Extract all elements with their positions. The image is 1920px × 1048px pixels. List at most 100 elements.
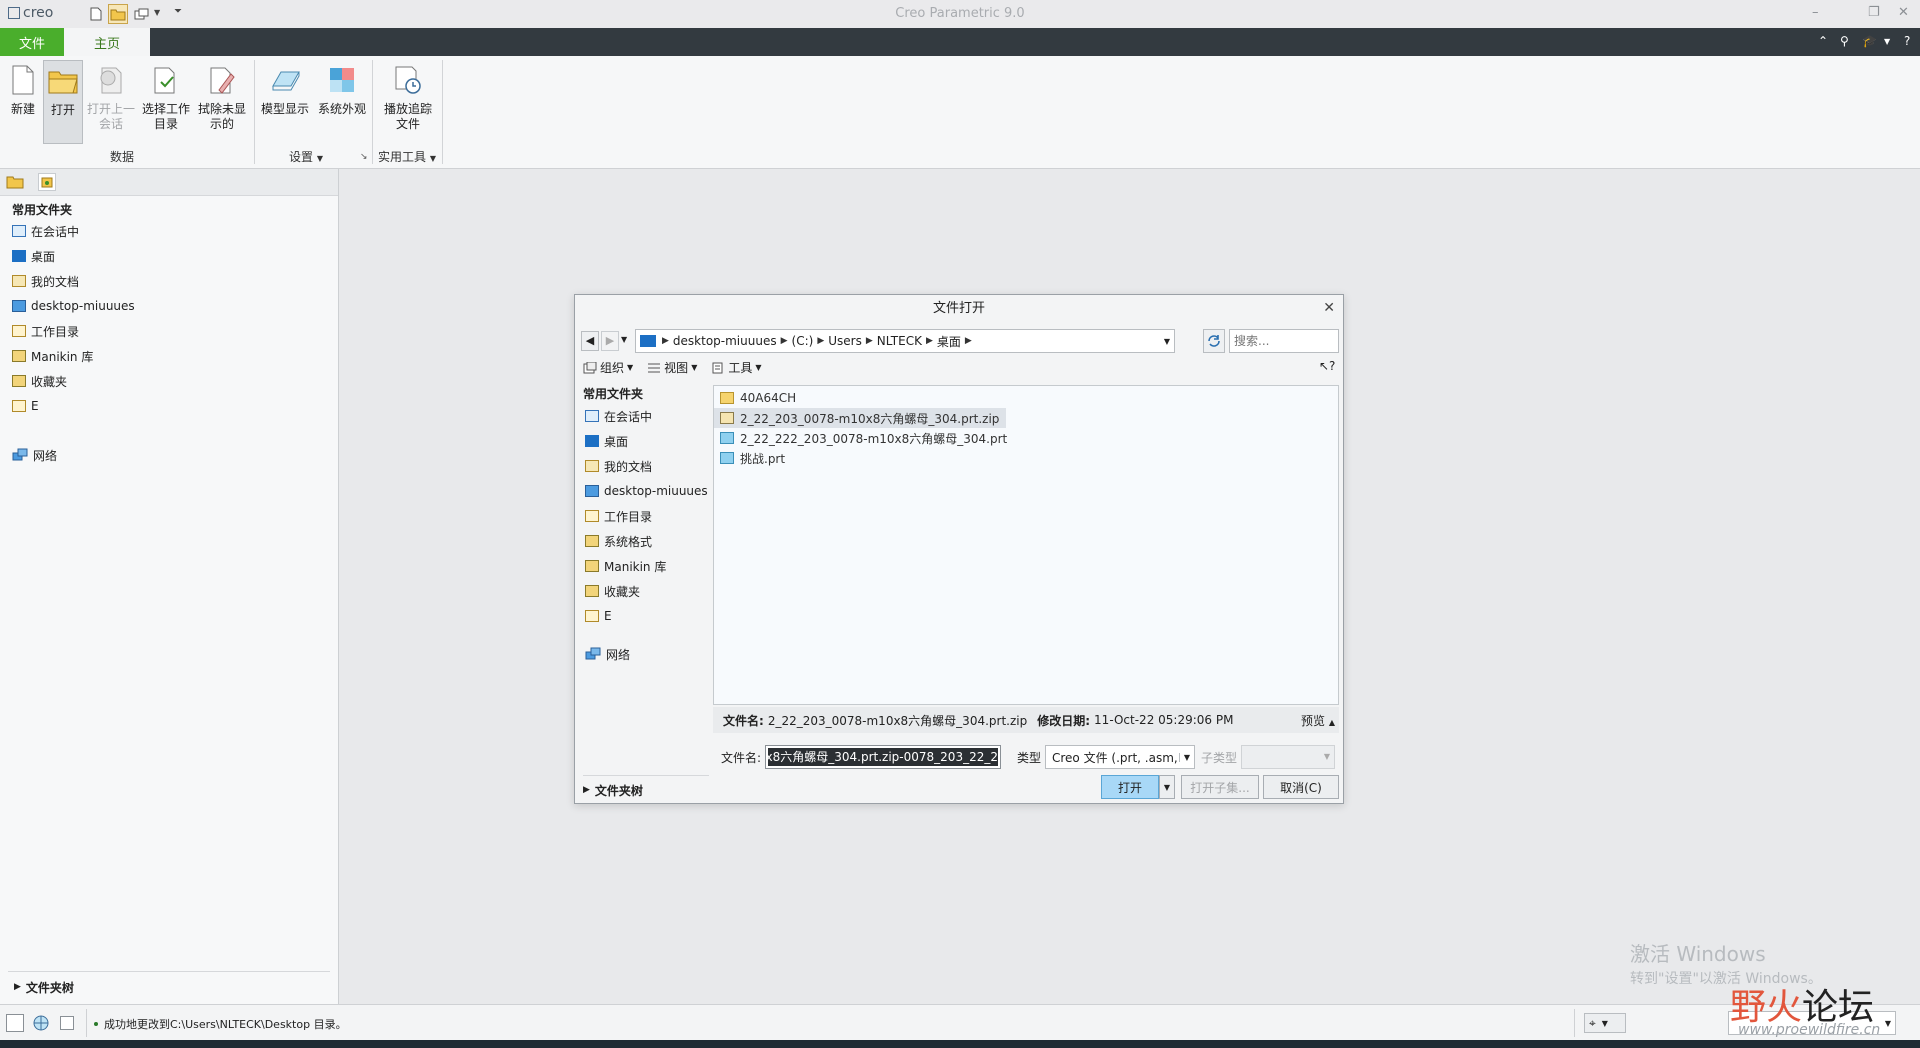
desktop-icon (585, 435, 599, 447)
find-button[interactable]: ⌖ ▼ (1584, 1013, 1626, 1033)
dialog-close-icon[interactable]: ✕ (1323, 300, 1335, 316)
file-item-folder[interactable]: 40A64CH (714, 388, 1338, 408)
full-screen-icon[interactable] (60, 1016, 74, 1030)
subtype-select[interactable]: ▼ (1241, 745, 1335, 769)
group-utilities-label[interactable]: 实用工具 ▼ (378, 148, 436, 165)
filename-label: 文件名: (721, 751, 762, 765)
group-separator (442, 60, 443, 164)
favorites-folder-icon (585, 585, 599, 597)
navigator-panel: 常用文件夹 在会话中 桌面 我的文档 desktop-miuuues 工作目录 … (0, 169, 339, 1004)
address-bar[interactable]: ▶ desktop-miuuues ▶ (C:) ▶ Users ▶ NLTEC… (635, 329, 1175, 353)
network-icon (12, 448, 28, 461)
nav-item-computer[interactable]: desktop-miuuues (12, 296, 312, 316)
play-trail-file-button[interactable]: 播放追踪文件 (380, 60, 436, 132)
dlg-item-working-directory[interactable]: 工作目录 (585, 506, 709, 526)
navigator-header: 常用文件夹 (12, 203, 73, 217)
refresh-button[interactable] (1203, 329, 1225, 353)
forward-arrow-icon[interactable]: ▶ (601, 331, 619, 351)
folder-tree-toggle[interactable]: ▶ 文件夹树 (14, 977, 74, 997)
folder-browser-tab[interactable] (6, 174, 24, 193)
organize-dropdown-icon: ▼ (627, 363, 634, 372)
file-item-part[interactable]: 2_22_222_203_0078-m10x8六角螺母_304.prt (714, 428, 1338, 448)
close-window-icon[interactable]: ✕ (1898, 5, 1909, 20)
learning-dropdown-icon[interactable]: ▼ (1884, 37, 1890, 46)
browser-toggle-icon[interactable] (32, 1015, 50, 1034)
play-trail-icon (395, 66, 421, 94)
breadcrumb-separator: ▶ (925, 336, 933, 346)
nav-item-e-drive[interactable]: E (12, 396, 312, 416)
navigator-divider (8, 971, 330, 972)
dlg-item-favorites[interactable]: 收藏夹 (585, 581, 709, 601)
open-button[interactable]: 打开 (43, 60, 83, 144)
system-appearance-button[interactable]: 系统外观 (316, 60, 368, 117)
history-dropdown-icon[interactable]: ▼ (621, 335, 627, 344)
cancel-button[interactable]: 取消(C) (1263, 775, 1339, 799)
type-select[interactable]: Creo 文件 (.prt, .asm, ▼ (1045, 745, 1195, 769)
navigator-toggle-icon[interactable] (6, 1014, 24, 1032)
dlg-item-documents[interactable]: 我的文档 (585, 456, 709, 476)
breadcrumb-drive[interactable]: (C:) (792, 334, 814, 348)
nav-item-documents[interactable]: 我的文档 (12, 271, 312, 291)
help-icon[interactable]: ? (1904, 34, 1910, 48)
dlg-item-manikin[interactable]: Manikin 库 (585, 556, 709, 576)
open-last-session-button[interactable]: 打开上一会话 (86, 60, 136, 132)
dialog-folder-tree-toggle[interactable]: ▶ 文件夹树 (583, 775, 709, 800)
settings-dialog-launcher-icon[interactable]: ↘ (360, 152, 368, 162)
breadcrumb-desktop[interactable]: 桌面 (937, 333, 961, 350)
favorites-tab[interactable] (38, 173, 56, 191)
dialog-toolbar: 组织 ▼ 视图 ▼ 工具 ▼ (583, 359, 762, 376)
organize-menu[interactable]: 组织 ▼ (583, 359, 633, 376)
nav-item-manikin[interactable]: Manikin 库 (12, 346, 312, 366)
dlg-item-network[interactable]: 网络 (585, 644, 709, 664)
search-icon[interactable]: ⚲ (1840, 34, 1849, 48)
open-subset-button[interactable]: 打开子集... (1181, 775, 1259, 799)
erase-not-displayed-button[interactable]: 拭除未显示的 (196, 60, 248, 132)
file-list[interactable]: 40A64CH 2_22_203_0078-m10x8六角螺母_304.prt.… (713, 385, 1339, 705)
address-dropdown-icon[interactable]: ▼ (1164, 337, 1170, 346)
preview-toggle[interactable]: 预览 ▲ (1301, 712, 1335, 729)
minimize-icon[interactable]: – (1812, 5, 1819, 20)
breadcrumb-nlteck[interactable]: NLTECK (877, 334, 922, 348)
context-help-icon[interactable]: ↖? (1319, 359, 1335, 373)
restore-icon[interactable]: ❐ (1868, 5, 1880, 20)
tab-home[interactable]: 主页 (64, 28, 150, 56)
tab-file[interactable]: 文件 (0, 28, 64, 56)
preview-arrow-icon: ▲ (1328, 717, 1335, 727)
breadcrumb-separator: ▶ (817, 336, 825, 346)
dlg-item-desktop[interactable]: 桌面 (585, 431, 709, 451)
erase-icon (210, 67, 235, 94)
nav-item-favorites[interactable]: 收藏夹 (12, 371, 312, 391)
collapse-ribbon-icon[interactable]: ⌃ (1818, 34, 1828, 48)
session-icon (12, 225, 26, 237)
nav-item-desktop[interactable]: 桌面 (12, 246, 312, 266)
model-display-button[interactable]: 模型显示 (258, 60, 312, 117)
file-item-part[interactable]: 挑战.prt (714, 448, 1338, 468)
search-input[interactable] (1229, 329, 1339, 353)
status-bar: 成功地更改到C:\Users\NLTECK\Desktop 目录。 ⌖ ▼ ▼ (0, 1004, 1920, 1041)
desktop-icon (12, 250, 26, 262)
open-dialog-button[interactable]: 打开 (1101, 775, 1159, 799)
tools-menu[interactable]: 工具 ▼ (711, 359, 762, 376)
new-button[interactable]: 新建 (4, 60, 42, 117)
dlg-item-in-session[interactable]: 在会话中 (585, 406, 709, 426)
nav-item-network[interactable]: 网络 (12, 445, 57, 465)
filename-input[interactable]: 2_22_203_0078-m10x8六角螺母_304.prt.zip (765, 745, 1001, 769)
breadcrumb-computer[interactable]: desktop-miuuues (673, 334, 777, 348)
dlg-item-system-formats[interactable]: 系统格式 (585, 531, 709, 551)
learning-icon[interactable]: 🎓 (1862, 34, 1877, 48)
session-icon (585, 410, 599, 422)
file-item-zip[interactable]: 2_22_203_0078-m10x8六角螺母_304.prt.zip (714, 408, 1006, 428)
organize-icon (583, 361, 597, 373)
nav-item-in-session[interactable]: 在会话中 (12, 221, 312, 241)
browser-icon (33, 1015, 49, 1031)
group-settings-label[interactable]: 设置 ▼ (289, 148, 323, 165)
back-arrow-icon[interactable]: ◀ (581, 331, 599, 351)
open-options-dropdown-icon[interactable]: ▼ (1159, 775, 1175, 799)
favorites-icon (41, 177, 53, 188)
dlg-item-e-drive[interactable]: E (585, 606, 709, 626)
select-working-directory-button[interactable]: 选择工作目录 (140, 60, 192, 132)
view-menu[interactable]: 视图 ▼ (647, 359, 697, 376)
breadcrumb-users[interactable]: Users (828, 334, 862, 348)
nav-item-working-directory[interactable]: 工作目录 (12, 321, 312, 341)
dlg-item-computer[interactable]: desktop-miuuues (585, 481, 709, 501)
